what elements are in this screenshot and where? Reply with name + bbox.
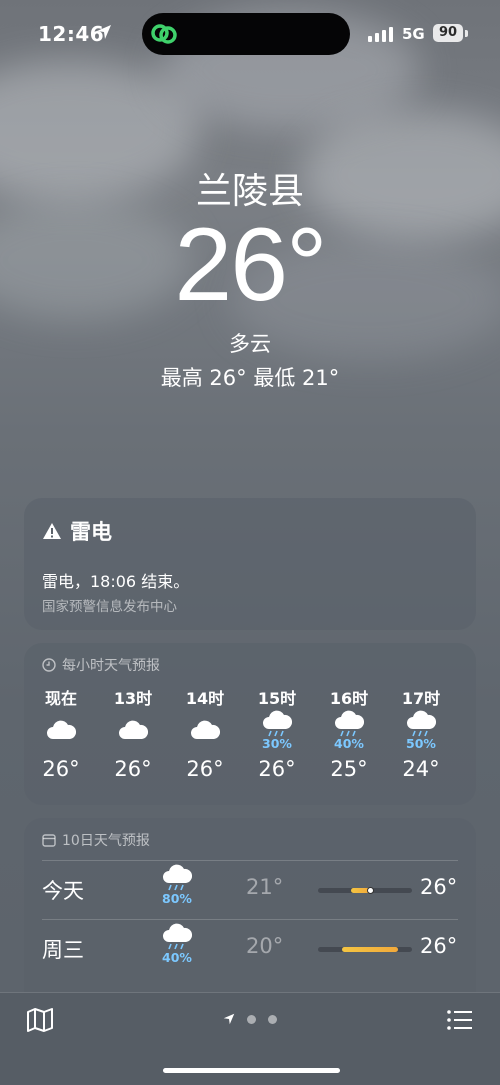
high-temperature: 26° [420, 875, 458, 899]
cloud-rain-icon [463, 707, 476, 753]
hour-label: 16时 [329, 689, 369, 708]
hour-temperature: 26° [258, 757, 296, 781]
home-indicator[interactable] [163, 1068, 340, 1073]
precipitation-probability: 40% [334, 736, 364, 751]
clock-icon [42, 658, 56, 672]
hour-temperature: 26° [42, 757, 80, 781]
current-location-arrow-icon [223, 1013, 235, 1025]
ten-day-forecast-card[interactable]: 10日天气预报 今天 80% 21° 26° 周三 40% 20° 26° [24, 818, 476, 1018]
ten-day-forecast-header: 10日天气预报 [42, 830, 150, 850]
temperature-range-fill [341, 947, 398, 952]
day-name: 今天 [42, 879, 84, 903]
hourly-item: 17时 50% 24° [391, 685, 451, 781]
cloud-rain-icon: 40% [319, 707, 379, 753]
ten-day-forecast-header-text: 10日天气预报 [62, 833, 150, 849]
hourly-forecast-card[interactable]: 每小时天气预报 现在 26° 13时 26° 14时 26° 15时 30% 26° 16时 40%… [24, 643, 476, 805]
cellular-signal-icon [368, 27, 393, 42]
precipitation-probability: 30% [262, 736, 292, 751]
cloud-icon [175, 707, 235, 753]
network-type: 5G [402, 25, 425, 43]
page-dot [247, 1014, 256, 1024]
hour-temperature: 25° [330, 757, 368, 781]
dynamic-island[interactable] [142, 13, 350, 55]
temperature-range-bar [318, 887, 412, 894]
hourly-item: 现在 26° [31, 685, 91, 781]
cloud-rain-icon: 80% [152, 863, 202, 906]
daily-forecast-row[interactable]: 周三 40% 20° 26° [42, 920, 458, 978]
hour-label: 13时 [113, 689, 153, 708]
cloud-rain-icon: 40% [152, 922, 202, 965]
cloud-rain-icon: 50% [391, 707, 451, 753]
link-rings-icon [151, 24, 177, 44]
hour-label: 现在 [44, 689, 77, 708]
alert-body: 雷电，18:06 结束。 [42, 572, 190, 591]
day-name: 周三 [42, 938, 84, 962]
current-condition: 多云 [229, 332, 271, 356]
cloud-icon [31, 707, 91, 753]
hour-temperature: 2 [463, 757, 476, 781]
daily-forecast-row[interactable]: 今天 80% 21° 26° [42, 861, 458, 919]
cloud-rain-icon: 30% [247, 707, 307, 753]
hourly-item: 15时 30% 26° [247, 685, 307, 781]
hour-label: 14时 [185, 689, 225, 708]
temperature-range-bar [318, 947, 412, 952]
page-dot [268, 1014, 277, 1024]
list-icon[interactable] [446, 1009, 474, 1031]
current-temp-dot [366, 887, 374, 894]
battery-indicator: 90 [433, 24, 463, 42]
hourly-item: 14时 26° [175, 685, 235, 781]
status-time: 12:46 [38, 22, 105, 46]
warning-triangle-icon [43, 523, 61, 539]
calendar-icon [42, 834, 56, 847]
status-bar: 12:46 5G 90 [0, 0, 500, 70]
hourly-item: 12 [463, 685, 476, 781]
hourly-forecast-header-text: 每小时天气预报 [62, 658, 160, 674]
precipitation-probability: 80% [162, 891, 192, 906]
hour-temperature: 26° [114, 757, 152, 781]
hour-temperature: 26° [186, 757, 224, 781]
hour-label: 1 [463, 685, 476, 707]
precipitation-probability: 50% [406, 736, 436, 751]
map-icon[interactable] [26, 1007, 54, 1033]
page-indicator[interactable] [223, 1013, 277, 1025]
location-arrow-icon [97, 25, 111, 39]
hourly-forecast-header: 每小时天气预报 [42, 655, 160, 675]
hour-label: 17时 [401, 689, 441, 708]
battery-nub [465, 30, 468, 37]
alert-source: 国家预警信息发布中心 [42, 599, 177, 615]
hour-label: 15时 [257, 689, 297, 708]
low-temperature: 21° [246, 875, 284, 899]
current-temperature: 26° [174, 207, 327, 323]
cloud-icon [103, 707, 163, 753]
high-temperature: 26° [420, 934, 458, 958]
hourly-item: 13时 26° [103, 685, 163, 781]
hour-temperature: 24° [402, 757, 440, 781]
alert-title: 雷电 [42, 516, 112, 546]
precipitation-probability: 40% [162, 950, 192, 965]
high-low-temperature: 最高 26° 最低 21° [160, 366, 340, 390]
bottom-toolbar [0, 992, 500, 1085]
low-temperature: 20° [246, 934, 284, 958]
severe-weather-alert-card[interactable]: 雷电 雷电，18:06 结束。 国家预警信息发布中心 [24, 498, 476, 630]
hourly-item: 16时 40% 25° [319, 685, 379, 781]
alert-title-text: 雷电 [70, 520, 112, 544]
